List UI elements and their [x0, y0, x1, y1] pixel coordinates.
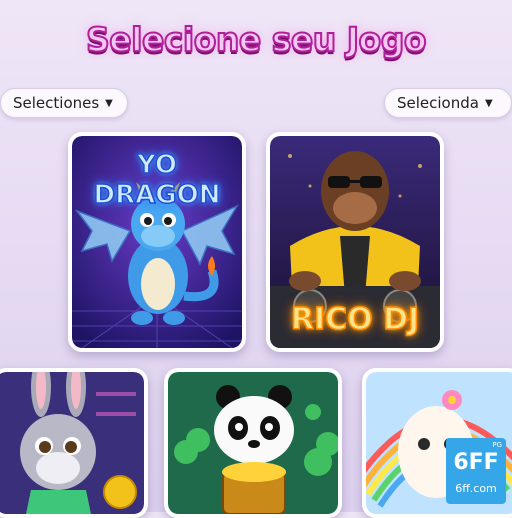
caret-down-icon: ▼ — [105, 97, 113, 109]
bunny-art — [0, 372, 144, 514]
filter-left-label: Selectiones — [13, 94, 100, 112]
page-title: Selecione seu Jogo — [85, 19, 428, 60]
filter-right-label: Selecionda — [397, 94, 479, 112]
panda-art — [168, 372, 338, 514]
watermark-logo: 6FF — [453, 450, 499, 475]
game-title-rico-dj: RICO DJ — [290, 301, 420, 338]
filter-dropdown-left[interactable]: Selectiones ▼ — [0, 88, 128, 118]
game-card-yo-dragon[interactable]: YO DRAGON — [68, 132, 246, 352]
caret-down-icon: ▼ — [484, 97, 493, 109]
watermark-badge: PG 6FF 6ff.com — [446, 438, 506, 504]
watermark-site: 6ff.com — [455, 482, 497, 495]
game-card-panda[interactable] — [164, 368, 342, 518]
game-title-yo-dragon: YO DRAGON — [93, 149, 221, 211]
game-card-rico-dj[interactable]: RICO DJ — [266, 132, 444, 352]
game-card-bunny[interactable] — [0, 368, 148, 518]
filter-dropdown-right[interactable]: Selecionda ▼ — [384, 88, 512, 118]
watermark-tag: PG — [492, 441, 502, 449]
